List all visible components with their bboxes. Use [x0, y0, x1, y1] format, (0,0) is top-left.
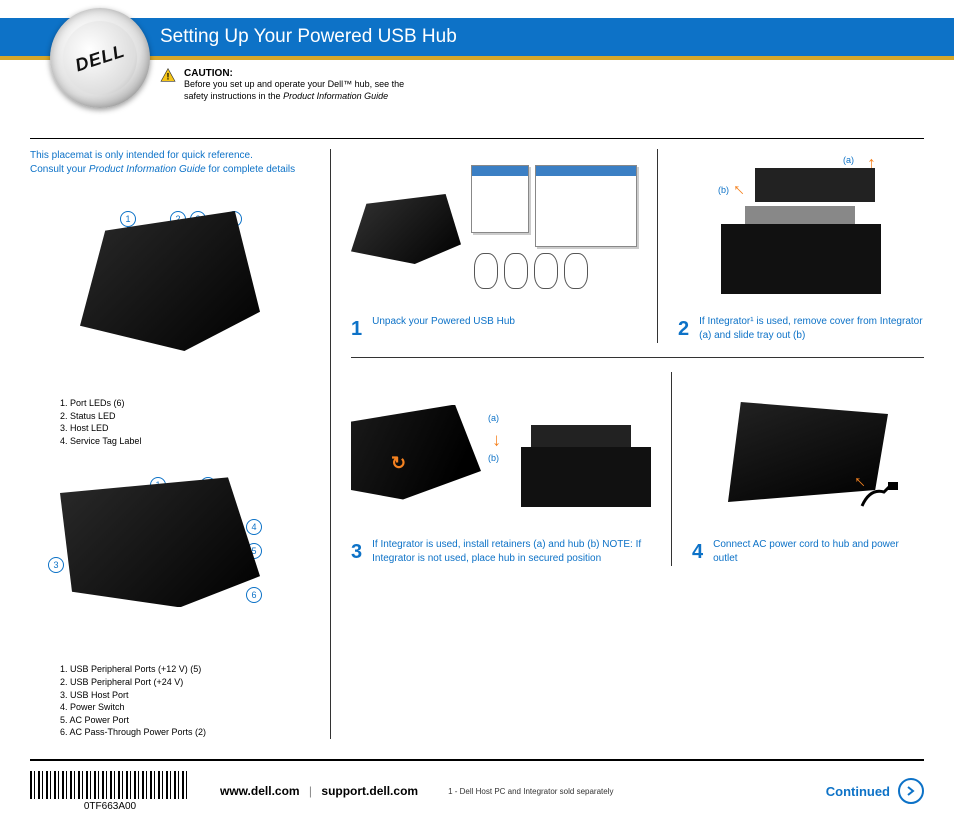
header-banner: Setting Up Your Powered USB Hub DELL ! C… — [0, 18, 954, 78]
step-2-caption: 2 If Integrator¹ is used, remove cover f… — [678, 309, 924, 343]
caution-block: ! CAUTION: Before you set up and operate… — [160, 68, 404, 102]
callout-1: 1 — [120, 211, 136, 227]
row-divider — [351, 357, 924, 358]
step-text: Unpack your Powered USB Hub — [372, 315, 515, 343]
barcode-lines-icon — [30, 771, 190, 799]
power-cord-icon — [860, 478, 900, 508]
arrow-right-circle-icon — [898, 778, 924, 804]
integrator-assembled-icon — [511, 397, 651, 507]
hub-back-image — [60, 477, 260, 607]
footer: 0TF663A00 www.dell.com | support.dell.co… — [30, 759, 924, 832]
right-column: 1 Unpack your Powered USB Hub (a) ↑ (b) … — [331, 149, 924, 739]
step-1-image — [351, 149, 637, 309]
hub-front-image — [80, 211, 260, 351]
hub-front-diagram: 1 2 3 4 — [30, 211, 310, 391]
callout-b3: 3 — [48, 557, 64, 573]
step-4-caption: 4 Connect AC power cord to hub and power… — [692, 532, 924, 566]
front-legend: 1. Port LEDs (6) 2. Status LED 3. Host L… — [60, 397, 310, 447]
steps-row-1: 1 Unpack your Powered USB Hub (a) ↑ (b) … — [351, 149, 924, 343]
callout-b4: 4 — [246, 519, 262, 535]
caution-line2: safety instructions in the Product Infor… — [184, 91, 404, 103]
step-text: If Integrator¹ is used, remove cover fro… — [699, 315, 924, 343]
footer-links: www.dell.com | support.dell.com — [220, 784, 418, 798]
footer-separator: | — [309, 784, 312, 798]
step-2-image: (a) ↑ (b) ↑ — [678, 149, 924, 309]
intro-note: This placemat is only intended for quick… — [30, 149, 310, 177]
doc-sheet-icon — [535, 165, 637, 247]
hub-corner-icon — [351, 405, 481, 500]
step-3-image: (a) ↻ ↑ (b) — [351, 372, 651, 532]
continued-link[interactable]: Continued — [826, 778, 924, 804]
arrow-down-icon: ↑ — [492, 431, 501, 452]
warning-triangle-icon: ! — [160, 68, 176, 82]
step-4-image: ↑ — [692, 372, 924, 532]
step-3: (a) ↻ ↑ (b) 3 If Integrator is used, ins… — [351, 372, 672, 566]
step-number: 3 — [351, 538, 362, 566]
step-number: 1 — [351, 315, 362, 343]
hub-back-diagram: 1 2 3 4 5 6 — [30, 477, 310, 657]
footer-url-1[interactable]: www.dell.com — [220, 784, 300, 798]
dell-logo-badge: DELL — [50, 8, 150, 108]
main-content: This placemat is only intended for quick… — [0, 139, 954, 739]
integrator-tray-icon — [711, 164, 891, 294]
back-legend: 1. USB Peripheral Ports (+12 V) (5) 2. U… — [60, 663, 310, 739]
barcode: 0TF663A00 — [30, 771, 190, 812]
steps-row-2: (a) ↻ ↑ (b) 3 If Integrator is used, ins… — [351, 372, 924, 566]
doc-sheet-icon — [471, 165, 529, 233]
arrow-curve-icon: ↻ — [391, 453, 406, 474]
svg-text:!: ! — [167, 71, 170, 81]
step-text: Connect AC power cord to hub and power o… — [713, 538, 924, 566]
step-4: ↑ 4 Connect AC power cord to hub and pow… — [692, 372, 924, 566]
step-text: If Integrator is used, install retainers… — [372, 538, 651, 566]
hub-small-icon — [351, 194, 461, 264]
step-number: 2 — [678, 315, 689, 343]
footer-url-2[interactable]: support.dell.com — [321, 784, 418, 798]
step-1: 1 Unpack your Powered USB Hub — [351, 149, 658, 343]
step-1-caption: 1 Unpack your Powered USB Hub — [351, 309, 637, 343]
barcode-text: 0TF663A00 — [84, 801, 136, 812]
caution-text: CAUTION: Before you set up and operate y… — [184, 68, 404, 102]
cables-icon — [471, 253, 591, 293]
footnote: 1 - Dell Host PC and Integrator sold sep… — [448, 787, 613, 796]
page-title: Setting Up Your Powered USB Hub — [160, 26, 457, 48]
dell-logo-text: DELL — [53, 11, 146, 104]
caution-label: CAUTION: — [184, 68, 404, 79]
step-2: (a) ↑ (b) ↑ 2 If Integrator¹ is used, re… — [678, 149, 924, 343]
step-3-caption: 3 If Integrator is used, install retaine… — [351, 532, 651, 566]
left-column: This placemat is only intended for quick… — [30, 149, 331, 739]
callout-b6: 6 — [246, 587, 262, 603]
step-number: 4 — [692, 538, 703, 566]
caution-line1: Before you set up and operate your Dell™… — [184, 79, 404, 91]
